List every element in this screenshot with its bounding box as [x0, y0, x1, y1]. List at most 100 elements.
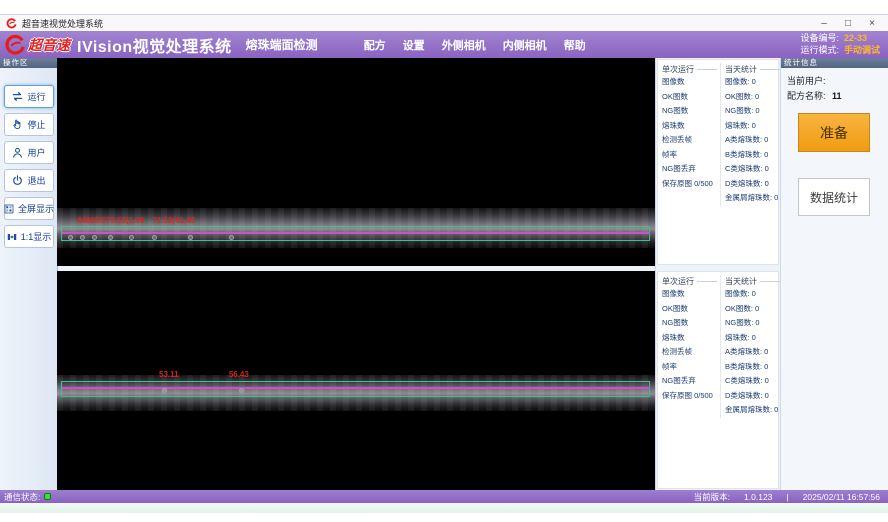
current-user-label: 当前用户:	[787, 76, 826, 86]
recipe-name-value: 11	[832, 91, 842, 101]
stat-row: NG图丢弃	[662, 374, 717, 389]
stat-row: 图像数: 0	[725, 75, 783, 90]
today-stats-title: 当天统计	[725, 275, 783, 287]
one-to-one-button[interactable]: 1:1显示	[4, 225, 54, 248]
exit-button-label: 退出	[27, 174, 45, 187]
annotation-right: 56.43	[229, 370, 249, 379]
version-label: 当前版本:	[694, 491, 730, 503]
comm-status: 通信状态:	[4, 491, 51, 503]
stop-button[interactable]: 停止	[4, 113, 54, 136]
prepare-button[interactable]: 准备	[798, 113, 870, 152]
stop-button-label: 停止	[27, 118, 45, 131]
user-button[interactable]: 用户	[4, 141, 54, 164]
stat-row: 帧率	[662, 360, 717, 375]
statistics-area: 单次运行 图像数 OK图数 NG图数 熔珠数 检测丢帧 帧率 NG图丢弃 保存原…	[655, 58, 780, 490]
maximize-button[interactable]: □	[836, 16, 860, 32]
stat-row: 金属屑熔珠数: 0	[725, 403, 783, 418]
operation-sidebar: 操作区 运行 停止 用户	[0, 58, 58, 490]
one-to-one-button-label: 1:1显示	[21, 230, 52, 243]
device-number-value: 22-33	[844, 33, 880, 45]
fullscreen-button-label: 全屏显示	[18, 202, 54, 215]
main-area: 操作区 运行 停止 用户	[0, 58, 888, 490]
menu-item-outer-camera[interactable]: 外侧相机	[442, 37, 486, 53]
measurement-annotation: 53.11 56.43	[159, 370, 249, 379]
stat-row: 保存原图 0/500	[662, 389, 717, 404]
stat-row: NG图数: 0	[725, 104, 783, 119]
stat-row: NG图数	[662, 104, 717, 119]
data-statistics-button[interactable]: 数据统计	[798, 178, 870, 216]
version-value: 1.0.123	[744, 492, 772, 502]
stat-row: D类熔珠数: 0	[725, 177, 783, 192]
minimize-button[interactable]: –	[812, 16, 836, 32]
bottom-edge-strip	[0, 503, 888, 513]
bead-mark	[92, 235, 97, 240]
app-title: IVision视觉处理系统	[77, 33, 232, 57]
run-cycle-icon	[11, 90, 24, 103]
stat-row: 熔珠数: 0	[725, 119, 783, 134]
annotation-left: 4490RS79.53(1.49	[77, 216, 144, 225]
stat-row: NG图丢弃	[662, 162, 717, 177]
stat-row: 检测丢帧	[662, 133, 717, 148]
bead-mark	[188, 235, 193, 240]
window-title: 超音速视觉处理系统	[22, 17, 103, 30]
window-titlebar: 超音速视觉处理系统 – □ ×	[0, 14, 888, 32]
menu-item-inner-camera[interactable]: 内侧相机	[503, 37, 547, 53]
stat-row: B类熔珠数: 0	[725, 148, 783, 163]
brand-logo-icon	[4, 34, 26, 56]
stat-row: 熔珠数: 0	[725, 331, 783, 346]
app-logo-icon	[6, 18, 17, 29]
bead-mark	[108, 235, 113, 240]
bead-mark	[229, 235, 234, 240]
stats-panel-outer: 单次运行 图像数 OK图数 NG图数 熔珠数 检测丢帧 帧率 NG图丢弃 保存原…	[657, 59, 779, 265]
stat-row: 图像数: 0	[725, 287, 783, 302]
fullscreen-grid-icon	[3, 203, 15, 215]
comm-status-label: 通信状态:	[4, 491, 40, 503]
single-run-group: 单次运行 图像数 OK图数 NG图数 熔珠数 检测丢帧 帧率 NG图丢弃 保存原…	[662, 63, 717, 191]
device-info: 设备编号: 22-33 运行模式: 手动调试	[800, 33, 880, 56]
run-button-label: 运行	[27, 90, 45, 103]
power-icon	[11, 174, 24, 187]
menu-item-help[interactable]: 帮助	[564, 37, 586, 53]
device-number-label: 设备编号:	[800, 33, 839, 45]
statistics-info-panel: 统计信息 当前用户: 配方名称: 11 准备 数据统计	[780, 58, 888, 490]
run-button[interactable]: 运行	[4, 85, 54, 108]
close-button[interactable]: ×	[860, 16, 884, 32]
menu-bar: 配方 设置 外侧相机 内侧相机 帮助	[364, 37, 586, 53]
bead-mark	[162, 388, 167, 393]
stop-hand-icon	[11, 118, 24, 131]
today-stats-title: 当天统计	[725, 63, 783, 75]
datetime: 2025/02/11 16:57:56	[803, 492, 880, 502]
fullscreen-button[interactable]: 全屏显示	[4, 197, 54, 220]
centerline-overlay	[62, 387, 650, 389]
app-header: 超音速 IVision视觉处理系统 熔珠端面检测 配方 设置 外侧相机 内侧相机…	[0, 31, 888, 58]
window-controls: – □ ×	[812, 16, 884, 32]
bead-mark	[80, 235, 85, 240]
user-icon	[11, 146, 24, 159]
stat-row: 熔珠数	[662, 331, 717, 346]
stat-row: 熔珠数	[662, 119, 717, 134]
stat-row: 保存原图 0/500	[662, 177, 717, 192]
menu-item-settings[interactable]: 设置	[403, 37, 425, 53]
project-subtitle: 熔珠端面检测	[246, 36, 318, 53]
detection-roi-box	[61, 381, 650, 397]
stat-row: 图像数	[662, 287, 717, 302]
camera-view-inner[interactable]: 53.11 56.43	[57, 271, 655, 490]
camera-view-outer[interactable]: 4490RS79.53(1.49 71.53(41.49	[57, 58, 655, 266]
single-run-group: 单次运行 图像数 OK图数 NG图数 熔珠数 检测丢帧 帧率 NG图丢弃 保存原…	[662, 275, 717, 403]
status-bar: 通信状态: 当前版本: 1.0.123 | 2025/02/11 16:57:5…	[0, 490, 888, 503]
stat-row: C类熔珠数: 0	[725, 162, 783, 177]
info-rows: 当前用户: 配方名称: 11	[781, 68, 888, 104]
annotation-right: 71.53(41.49	[152, 216, 195, 225]
recipe-name-row: 配方名称: 11	[787, 89, 888, 104]
single-run-title: 单次运行	[662, 275, 717, 287]
brand-name: 超音速	[28, 35, 70, 55]
stat-row: B类熔珠数: 0	[725, 360, 783, 375]
operation-buttons: 运行 停止 用户 退出	[0, 85, 57, 248]
one-to-one-icon	[6, 231, 18, 243]
stat-row: OK图数	[662, 302, 717, 317]
exit-button[interactable]: 退出	[4, 169, 54, 192]
menu-item-recipe[interactable]: 配方	[364, 37, 386, 53]
stat-row: 图像数	[662, 75, 717, 90]
bead-mark	[239, 388, 244, 393]
stat-row: OK图数	[662, 90, 717, 105]
